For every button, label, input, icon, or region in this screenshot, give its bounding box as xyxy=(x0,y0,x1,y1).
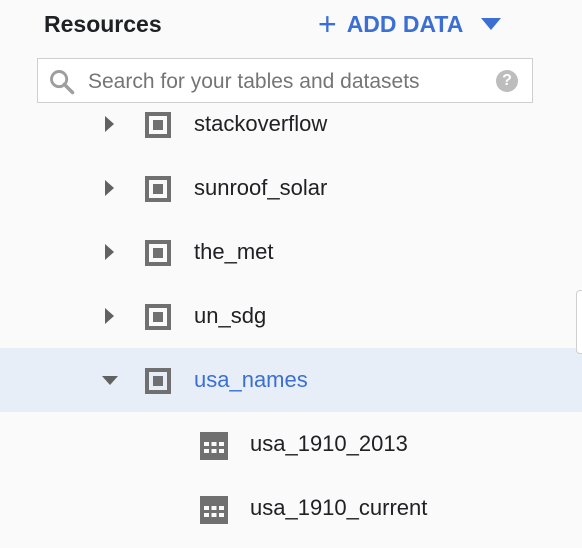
expand-arrow-icon[interactable] xyxy=(105,244,114,260)
panel-resize-handle[interactable] xyxy=(576,290,582,354)
table-label: usa_1910_2013 xyxy=(250,431,408,456)
resource-tree: stackoverflow sunroof_solar the_met un_s… xyxy=(0,112,582,548)
expand-arrow-icon[interactable] xyxy=(105,308,114,324)
table-row-usa-1910-current[interactable]: usa_1910_current xyxy=(0,476,582,540)
add-data-button[interactable]: + ADD DATA xyxy=(318,6,502,42)
dataset-row-usa-names[interactable]: usa_names xyxy=(0,348,582,412)
dataset-label: stackoverflow xyxy=(194,112,328,136)
dataset-label: sunroof_solar xyxy=(194,175,328,200)
dataset-label: un_sdg xyxy=(194,303,267,328)
expand-arrow-icon[interactable] xyxy=(105,180,114,196)
dataset-icon xyxy=(145,240,171,266)
dataset-icon xyxy=(145,304,171,330)
expand-arrow-icon[interactable] xyxy=(105,116,114,132)
plus-icon: + xyxy=(318,6,337,42)
search-box[interactable]: ? xyxy=(37,58,533,103)
search-icon xyxy=(50,70,75,95)
search-input[interactable] xyxy=(86,65,490,99)
table-icon xyxy=(200,432,228,460)
collapse-arrow-icon[interactable] xyxy=(102,376,118,385)
dataset-row-un-sdg[interactable]: un_sdg xyxy=(0,284,582,348)
add-data-label: ADD DATA xyxy=(346,10,464,37)
table-icon xyxy=(200,496,228,524)
dataset-row-stackoverflow[interactable]: stackoverflow xyxy=(0,112,582,156)
help-icon[interactable]: ? xyxy=(496,70,518,92)
caret-down-icon[interactable] xyxy=(481,18,502,30)
dataset-icon xyxy=(145,368,171,394)
dataset-row-sunroof-solar[interactable]: sunroof_solar xyxy=(0,156,582,220)
dataset-label: the_met xyxy=(194,239,274,264)
dataset-label: usa_names xyxy=(194,367,308,392)
dataset-icon xyxy=(145,176,171,202)
dataset-icon xyxy=(145,112,171,138)
table-row-usa-1910-2013[interactable]: usa_1910_2013 xyxy=(0,412,582,476)
dataset-row-the-met[interactable]: the_met xyxy=(0,220,582,284)
resources-title: Resources xyxy=(44,11,162,37)
table-label: usa_1910_current xyxy=(250,495,428,520)
